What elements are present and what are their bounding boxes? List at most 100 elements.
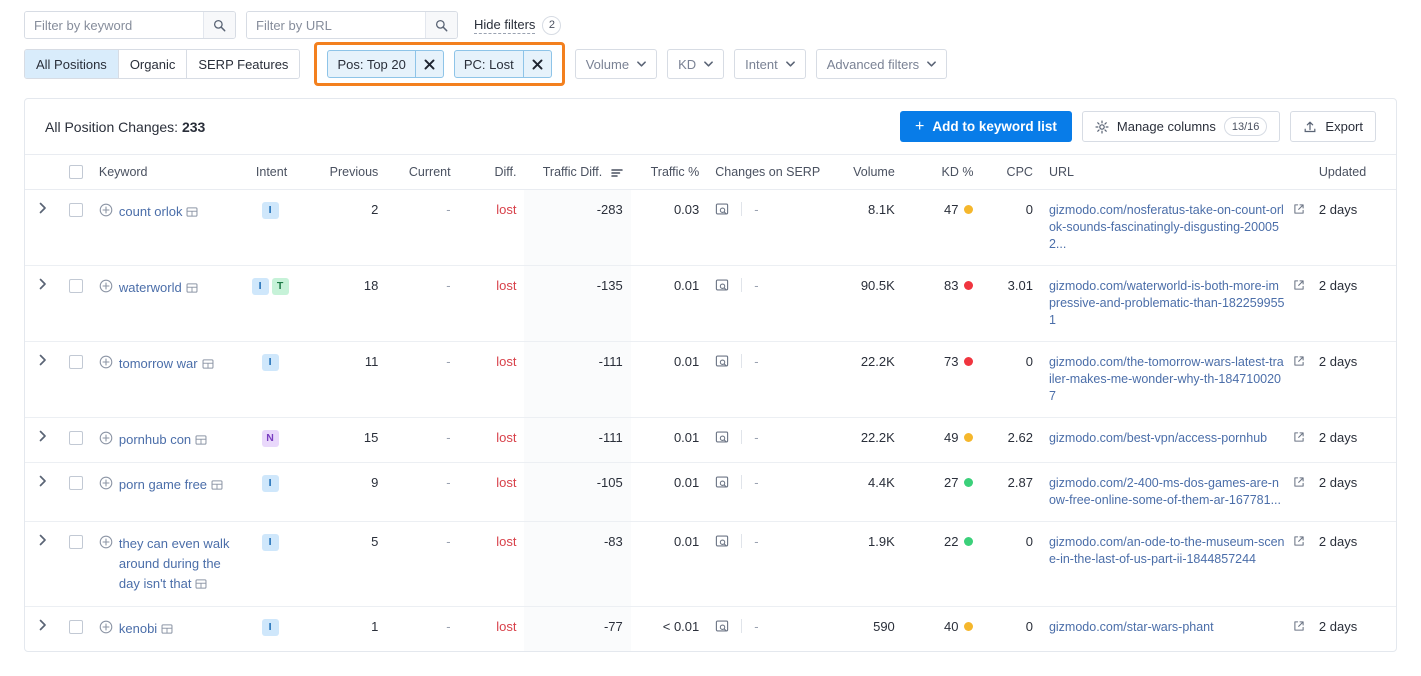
serp-preview-icon[interactable] xyxy=(161,623,173,635)
manage-columns-button[interactable]: Manage columns 13/16 xyxy=(1081,111,1281,142)
intent-badge-t[interactable]: T xyxy=(271,277,289,295)
intent-filter-dropdown[interactable]: Intent xyxy=(734,49,806,79)
external-link-icon[interactable] xyxy=(1293,203,1305,215)
add-keyword-icon[interactable] xyxy=(99,355,113,369)
kd-filter-dropdown[interactable]: KD xyxy=(667,49,725,79)
cell-expand[interactable] xyxy=(25,521,62,607)
hide-filters-toggle[interactable]: Hide filters 2 xyxy=(474,15,562,35)
add-keyword-icon[interactable] xyxy=(99,620,113,634)
row-checkbox[interactable] xyxy=(69,431,84,446)
url-search-button[interactable] xyxy=(425,12,457,38)
serp-preview-icon[interactable] xyxy=(202,358,214,370)
serp-snapshot-icon[interactable] xyxy=(715,202,729,216)
expand-row-icon[interactable] xyxy=(39,202,47,214)
header-cpc[interactable]: CPC xyxy=(981,155,1041,190)
row-checkbox[interactable] xyxy=(69,476,84,491)
keyword-search-button[interactable] xyxy=(203,12,235,38)
keyword-link[interactable]: kenobi xyxy=(119,621,157,636)
header-keyword[interactable]: Keyword xyxy=(90,155,240,190)
header-url[interactable]: URL xyxy=(1040,155,1311,190)
cell-expand[interactable] xyxy=(25,606,61,651)
keyword-link[interactable]: waterworld xyxy=(119,280,182,295)
url-link[interactable]: gizmodo.com/star-wars-phant xyxy=(1049,619,1285,636)
header-traffic-diff[interactable]: Traffic Diff. xyxy=(524,155,631,190)
serp-preview-icon[interactable] xyxy=(186,206,198,218)
add-keyword-icon[interactable] xyxy=(99,203,113,217)
header-current[interactable]: Current xyxy=(386,155,459,190)
header-kd[interactable]: KD % xyxy=(902,155,982,190)
expand-row-icon[interactable] xyxy=(39,278,47,290)
external-link-icon[interactable] xyxy=(1293,476,1305,488)
keyword-link[interactable]: tomorrow war xyxy=(119,356,198,371)
intent-badge-i[interactable]: I xyxy=(261,201,279,219)
add-to-keyword-list-button[interactable]: + Add to keyword list xyxy=(900,111,1072,142)
url-link[interactable]: gizmodo.com/nosferatus-take-on-count-orl… xyxy=(1049,202,1285,253)
serp-snapshot-icon[interactable] xyxy=(715,430,729,444)
remove-filter-chip-position-button[interactable] xyxy=(414,51,443,77)
row-checkbox[interactable] xyxy=(69,203,84,218)
external-link-icon[interactable] xyxy=(1293,355,1305,367)
external-link-icon[interactable] xyxy=(1293,535,1305,547)
filter-chip-position[interactable]: Pos: Top 20 xyxy=(327,50,444,78)
export-button[interactable]: Export xyxy=(1290,111,1376,142)
url-filter-input[interactable] xyxy=(247,12,425,38)
serp-preview-icon[interactable] xyxy=(195,434,207,446)
serp-preview-icon[interactable] xyxy=(186,282,198,294)
serp-snapshot-icon[interactable] xyxy=(715,354,729,368)
keyword-link[interactable]: porn game free xyxy=(119,477,207,492)
serp-snapshot-icon[interactable] xyxy=(715,278,729,292)
row-checkbox[interactable] xyxy=(69,355,84,370)
cell-expand[interactable] xyxy=(25,189,62,266)
row-checkbox[interactable] xyxy=(69,279,84,294)
serp-snapshot-icon[interactable] xyxy=(715,475,729,489)
url-link[interactable]: gizmodo.com/best-vpn/access-pornhub xyxy=(1049,430,1285,447)
add-keyword-icon[interactable] xyxy=(99,476,113,490)
intent-badge-i[interactable]: I xyxy=(261,618,279,636)
serp-snapshot-icon[interactable] xyxy=(715,619,729,633)
expand-row-icon[interactable] xyxy=(39,354,47,366)
intent-badge-i[interactable]: I xyxy=(261,474,279,492)
add-keyword-icon[interactable] xyxy=(99,535,113,549)
segment-serp-features[interactable]: SERP Features xyxy=(187,50,300,78)
url-link[interactable]: gizmodo.com/2-400-ms-dos-games-are-now-f… xyxy=(1049,475,1285,509)
url-link[interactable]: gizmodo.com/waterworld-is-both-more-impr… xyxy=(1049,278,1285,329)
keyword-link[interactable]: count orlok xyxy=(119,204,183,219)
segment-organic[interactable]: Organic xyxy=(118,50,188,78)
header-traffic-pct[interactable]: Traffic % xyxy=(630,155,708,190)
intent-badge-i[interactable]: I xyxy=(261,353,279,371)
intent-badge-n[interactable]: N xyxy=(261,429,279,447)
intent-badge-i[interactable]: I xyxy=(261,533,279,551)
header-intent[interactable]: Intent xyxy=(239,155,304,190)
header-updated[interactable]: Updated xyxy=(1310,155,1396,190)
cell-expand[interactable] xyxy=(25,417,62,463)
segment-all-positions[interactable]: All Positions xyxy=(25,50,119,78)
remove-filter-chip-position-change-button[interactable] xyxy=(522,51,551,77)
advanced-filters-dropdown[interactable]: Advanced filters xyxy=(815,49,948,79)
header-diff[interactable]: Diff. xyxy=(458,155,525,190)
header-previous[interactable]: Previous xyxy=(303,155,387,190)
header-volume[interactable]: Volume xyxy=(826,155,903,190)
cell-expand[interactable] xyxy=(25,341,62,418)
serp-preview-icon[interactable] xyxy=(211,479,223,491)
cell-expand[interactable] xyxy=(25,265,62,342)
volume-filter-dropdown[interactable]: Volume xyxy=(574,49,658,79)
keyword-link[interactable]: pornhub con xyxy=(119,432,191,447)
external-link-icon[interactable] xyxy=(1293,279,1305,291)
expand-row-icon[interactable] xyxy=(39,430,47,442)
cell-expand[interactable] xyxy=(25,462,62,522)
row-checkbox[interactable] xyxy=(69,535,84,550)
select-all-checkbox[interactable] xyxy=(69,165,84,180)
keyword-filter-input[interactable] xyxy=(25,12,203,38)
serp-preview-icon[interactable] xyxy=(195,578,207,590)
filter-chip-position-change[interactable]: PC: Lost xyxy=(453,50,552,78)
add-keyword-icon[interactable] xyxy=(99,431,113,445)
intent-badge-i[interactable]: I xyxy=(251,277,269,295)
expand-row-icon[interactable] xyxy=(39,475,47,487)
row-checkbox[interactable] xyxy=(69,620,84,635)
external-link-icon[interactable] xyxy=(1293,431,1305,443)
keyword-link[interactable]: they can even walk around during the day… xyxy=(119,536,230,591)
url-link[interactable]: gizmodo.com/an-ode-to-the-museum-scene-i… xyxy=(1049,534,1285,568)
url-link[interactable]: gizmodo.com/the-tomorrow-wars-latest-tra… xyxy=(1049,354,1285,405)
header-changes-on-serp[interactable]: Changes on SERP xyxy=(707,155,827,190)
external-link-icon[interactable] xyxy=(1293,620,1305,632)
